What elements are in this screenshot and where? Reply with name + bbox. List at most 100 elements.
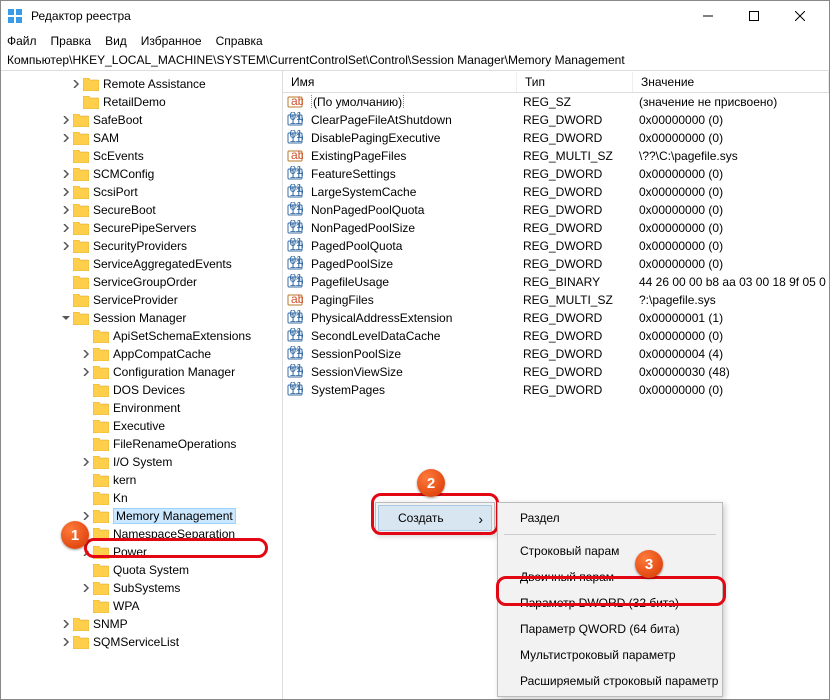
tree-item[interactable]: SecurityProviders [1,237,282,255]
expand-chevron-icon[interactable] [69,80,83,88]
value-data: 0x00000004 (4) [631,347,829,361]
svg-text:110: 110 [290,257,304,271]
tree-item[interactable]: Memory Management [1,507,282,525]
value-name: FeatureSettings [311,167,396,181]
tree-item[interactable]: SafeBoot [1,111,282,129]
expand-chevron-icon[interactable] [79,458,93,466]
tree-item[interactable]: Session Manager [1,309,282,327]
col-type[interactable]: Тип [517,72,633,92]
svg-text:ab: ab [291,148,303,162]
tree-item[interactable]: Environment [1,399,282,417]
minimize-button[interactable] [685,1,731,31]
ctx-new-expandstring[interactable]: Расширяемый строковый параметр [500,668,720,694]
tree-item[interactable]: DOS Devices [1,381,282,399]
tree-item[interactable]: SQMServiceList [1,633,282,651]
tree-item[interactable]: ApiSetSchemaExtensions [1,327,282,345]
tree-item[interactable]: ServiceGroupOrder [1,273,282,291]
tree-item[interactable]: WPA [1,597,282,615]
ctx-new-key[interactable]: Раздел [500,505,720,531]
ctx-new-dword[interactable]: Параметр DWORD (32 бита) [500,590,720,616]
tree-pane[interactable]: Remote AssistanceRetailDemoSafeBootSAMSc… [1,71,283,699]
ctx-new-multistring[interactable]: Мультистроковый параметр [500,642,720,668]
tree-item-label: I/O System [113,455,172,469]
expand-chevron-icon[interactable] [79,512,93,520]
value-row[interactable]: 011110PagefileUsageREG_BINARY44 26 00 00… [283,273,829,291]
tree-item[interactable]: Executive [1,417,282,435]
close-button[interactable] [777,1,823,31]
value-row[interactable]: 011110PagedPoolSizeREG_DWORD0x00000000 (… [283,255,829,273]
tree-item[interactable]: I/O System [1,453,282,471]
value-row[interactable]: 011110DisablePagingExecutiveREG_DWORD0x0… [283,129,829,147]
value-row[interactable]: 011110ClearPageFileAtShutdownREG_DWORD0x… [283,111,829,129]
tree-item[interactable]: SecureBoot [1,201,282,219]
ctx-create[interactable]: Создать [378,505,492,531]
expand-chevron-icon[interactable] [59,188,73,196]
svg-text:110: 110 [290,275,304,289]
expand-chevron-icon[interactable] [79,548,93,556]
value-row[interactable]: 011110PhysicalAddressExtensionREG_DWORD0… [283,309,829,327]
value-row[interactable]: ab(По умолчанию)REG_SZ(значение не присв… [283,93,829,111]
expand-chevron-icon[interactable] [79,368,93,376]
expand-chevron-icon[interactable] [59,638,73,646]
tree-item[interactable]: Power [1,543,282,561]
value-row[interactable]: 011110SystemPagesREG_DWORD0x00000000 (0) [283,381,829,399]
tree-item[interactable]: AppCompatCache [1,345,282,363]
value-row[interactable]: 011110FeatureSettingsREG_DWORD0x00000000… [283,165,829,183]
expand-chevron-icon[interactable] [59,134,73,142]
value-name: PagefileUsage [311,275,389,289]
tree-item[interactable]: ScEvents [1,147,282,165]
expand-chevron-icon[interactable] [59,116,73,124]
value-row[interactable]: 011110LargeSystemCacheREG_DWORD0x0000000… [283,183,829,201]
address-bar[interactable]: Компьютер\HKEY_LOCAL_MACHINE\SYSTEM\Curr… [1,51,829,71]
tree-item[interactable]: SAM [1,129,282,147]
menu-file[interactable]: Файл [7,34,37,48]
tree-item[interactable]: SCMConfig [1,165,282,183]
value-name: PagedPoolSize [311,257,393,271]
ctx-new-string[interactable]: Строковый парам [500,538,720,564]
expand-chevron-icon[interactable] [59,242,73,250]
menu-help[interactable]: Справка [216,34,263,48]
value-row[interactable]: 011110NonPagedPoolSizeREG_DWORD0x0000000… [283,219,829,237]
tree-item[interactable]: RetailDemo [1,93,282,111]
expand-chevron-icon[interactable] [59,620,73,628]
tree-item[interactable]: ServiceProvider [1,291,282,309]
tree-item[interactable]: Quota System [1,561,282,579]
tree-item[interactable]: ScsiPort [1,183,282,201]
expand-chevron-icon[interactable] [59,224,73,232]
value-row[interactable]: 011110SessionViewSizeREG_DWORD0x00000030… [283,363,829,381]
value-row[interactable]: abExistingPageFilesREG_MULTI_SZ\??\C:\pa… [283,147,829,165]
tree-item[interactable]: Remote Assistance [1,75,282,93]
value-row[interactable]: 011110SecondLevelDataCacheREG_DWORD0x000… [283,327,829,345]
value-type: REG_DWORD [515,257,631,271]
tree-item[interactable]: Kn [1,489,282,507]
expand-chevron-icon[interactable] [59,314,73,322]
maximize-button[interactable] [731,1,777,31]
tree-item[interactable]: SecurePipeServers [1,219,282,237]
menu-view[interactable]: Вид [105,34,127,48]
value-row[interactable]: abPagingFilesREG_MULTI_SZ?:\pagefile.sys [283,291,829,309]
tree-item[interactable]: kern [1,471,282,489]
tree-item[interactable]: FileRenameOperations [1,435,282,453]
tree-item[interactable]: SubSystems [1,579,282,597]
expand-chevron-icon[interactable] [79,350,93,358]
expand-chevron-icon[interactable] [59,206,73,214]
value-name: PagingFiles [311,293,374,307]
value-data: 0x00000000 (0) [631,203,829,217]
col-value[interactable]: Значение [633,72,829,92]
ctx-new-binary[interactable]: Двоичный парам [500,564,720,590]
menu-favorites[interactable]: Избранное [141,34,202,48]
ctx-new-qword[interactable]: Параметр QWORD (64 бита) [500,616,720,642]
tree-item[interactable]: NamespaceSeparation [1,525,282,543]
tree-item[interactable]: SNMP [1,615,282,633]
value-row[interactable]: 011110SessionPoolSizeREG_DWORD0x00000004… [283,345,829,363]
expand-chevron-icon[interactable] [79,584,93,592]
col-name[interactable]: Имя [283,72,517,92]
tree-item[interactable]: Configuration Manager [1,363,282,381]
tree-item[interactable]: ServiceAggregatedEvents [1,255,282,273]
menu-edit[interactable]: Правка [51,34,92,48]
value-row[interactable]: 011110NonPagedPoolQuotaREG_DWORD0x000000… [283,201,829,219]
value-data: 0x00000000 (0) [631,383,829,397]
value-name: ExistingPageFiles [311,149,406,163]
expand-chevron-icon[interactable] [59,170,73,178]
value-row[interactable]: 011110PagedPoolQuotaREG_DWORD0x00000000 … [283,237,829,255]
